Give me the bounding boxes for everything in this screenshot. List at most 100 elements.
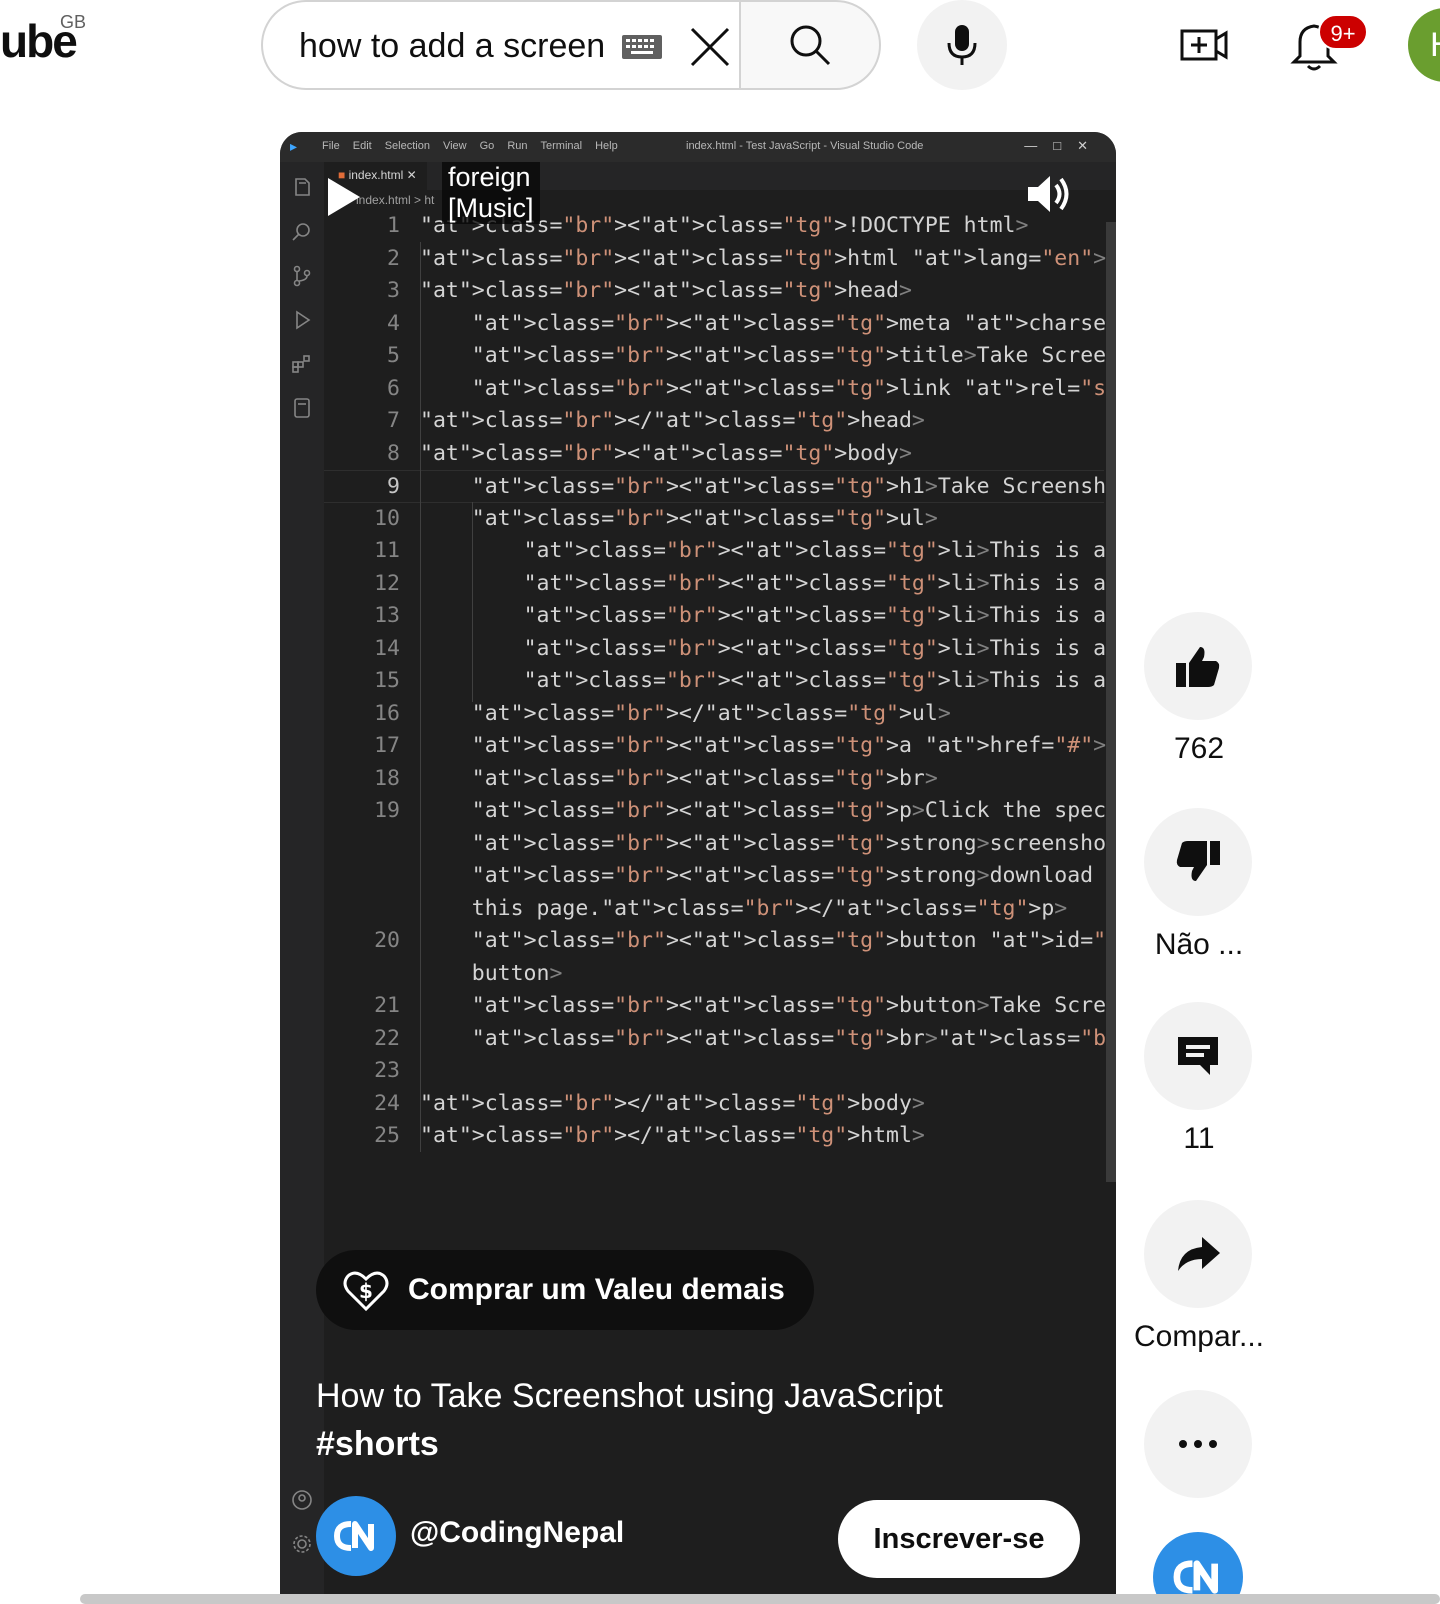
line-number: 23 — [374, 1058, 400, 1083]
clear-search-button[interactable] — [683, 20, 737, 74]
line-number: 3 — [387, 278, 400, 303]
line-number: 24 — [374, 1090, 400, 1116]
search-button[interactable] — [739, 0, 881, 90]
code-line: 15 "at">class="br"><"at">class="tg">li>T… — [324, 665, 1106, 698]
code-text: "at">class="br"></"at">class="tg">head> — [420, 408, 925, 433]
caption-line: [Music] — [448, 193, 534, 223]
vscode-logo-icon: ▸ — [290, 138, 298, 154]
code-line: 1 "at">class="br"><"at">class="tg">!DOCTY… — [324, 210, 1104, 243]
menu-item: Selection — [384, 140, 430, 152]
code-text: "at">class="br"><"at">class="tg">li>This… — [523, 603, 1107, 628]
account-avatar[interactable]: H — [1408, 8, 1440, 82]
codingnepal-logo-icon — [1173, 1560, 1218, 1594]
menu-item: Go — [479, 140, 495, 152]
search-files-icon — [292, 223, 310, 241]
menu-item: Terminal — [540, 140, 583, 152]
code-line: 13 "at">class="br"><"at">class="tg">li>T… — [324, 600, 1106, 633]
line-number: 20 — [374, 928, 400, 953]
code-line: 9 "at">class="br"><"at">class="tg">h1>Ta… — [324, 470, 1116, 503]
dislike-button[interactable] — [1144, 808, 1252, 916]
indent-guide — [472, 502, 473, 702]
line-number: 18 — [374, 765, 400, 791]
share-button[interactable] — [1144, 1200, 1252, 1308]
keyboard-icon[interactable] — [621, 34, 663, 60]
code-text: "at">class="br"><"at">class="tg">p>Click… — [471, 798, 1116, 823]
code-line: 11 "at">class="br"><"at">class="tg">li>T… — [324, 535, 1106, 568]
create-button[interactable] — [1178, 20, 1232, 70]
code-line: "at">class="br"><"at">class="tg">strong>… — [324, 860, 1116, 893]
line-number: 4 — [387, 310, 400, 336]
close-tab-icon: ✕ — [406, 168, 417, 182]
line-number: 14 — [374, 635, 400, 661]
share-icon — [1178, 1237, 1220, 1271]
svg-text:$: $ — [359, 1279, 373, 1303]
code-line: "at">class="br"><"at">class="tg">strong>… — [324, 828, 1116, 861]
code-text: "at">class="br"><"at">class="tg">li>This… — [523, 538, 1107, 563]
code-line: this page."at">class="br"></"at">class="… — [324, 893, 1104, 926]
line-number: 15 — [374, 668, 400, 693]
account-icon — [292, 1490, 312, 1510]
code-line: 10 "at">class="br"><"at">class="tg">ul> — [324, 503, 1104, 536]
line-number: 2 — [387, 245, 400, 271]
code-text: "at">class="br"><"at">class="tg">button … — [471, 928, 1116, 953]
super-thanks-label: Comprar um Valeu demais — [408, 1273, 785, 1306]
line-number: 22 — [374, 1025, 400, 1051]
editor-title-bar: ▸ File Edit Selection View Go Run Terminal Help… — [280, 132, 1116, 162]
line-number: 8 — [387, 440, 400, 466]
code-line: 4 "at">class="br"><"at">class="tg">meta … — [324, 308, 1116, 341]
code-line: 18 "at">class="br"><"at">class="tg">br> — [324, 763, 1104, 796]
code-line: 12 "at">class="br"><"at">class="tg">li>T… — [324, 568, 1106, 601]
source-control-icon — [293, 265, 311, 287]
channel-avatar[interactable] — [316, 1496, 396, 1576]
play-icon[interactable] — [324, 174, 364, 220]
comments-button[interactable] — [1144, 1002, 1252, 1110]
page-horizontal-scrollbar[interactable] — [80, 1594, 1440, 1604]
hashtag-link[interactable]: #shorts — [316, 1425, 439, 1463]
line-number: 7 — [387, 408, 400, 433]
super-thanks-button[interactable]: $ Comprar um Valeu demais — [316, 1250, 814, 1330]
short-title[interactable]: How to Take Screenshot using JavaScript … — [316, 1372, 1036, 1468]
shorts-player[interactable]: ▸ File Edit Selection View Go Run Terminal Help… — [280, 132, 1116, 1604]
like-button[interactable] — [1144, 612, 1252, 720]
microphone-icon — [947, 25, 977, 65]
code-line: 2 "at">class="br"><"at">class="tg">html "… — [324, 243, 1107, 276]
more-actions-button[interactable] — [1144, 1390, 1252, 1498]
line-number: 11 — [374, 538, 400, 563]
code-text: "at">class="br"><"at">class="tg">head> — [420, 278, 912, 303]
extensions-icon — [292, 355, 310, 373]
comment-icon — [1178, 1037, 1218, 1075]
thumbs-up-icon — [1176, 647, 1220, 687]
code-text: "at">class="br"></"at">class="tg">html> — [420, 1123, 925, 1148]
search-input[interactable]: how to add a screen — [299, 24, 609, 68]
voice-search-button[interactable] — [917, 0, 1007, 90]
subscribe-button[interactable]: Inscrever-se — [838, 1500, 1080, 1578]
region-code: GB — [60, 12, 87, 32]
code-line: button> — [324, 958, 1104, 991]
channel-name[interactable]: @CodingNepal — [410, 1516, 624, 1550]
codingnepal-logo-icon — [333, 1521, 374, 1551]
code-line: 17 "at">class="br"><"at">class="tg">a "a… — [324, 730, 1116, 763]
share-label: Compar... — [1133, 1320, 1265, 1353]
code-text: "at">class="br"><"at">class="tg">html "a… — [420, 245, 1107, 271]
remote-explorer-icon — [294, 398, 310, 418]
code-line: 14 "at">class="br"><"at">class="tg">li>T… — [324, 633, 1106, 666]
volume-icon[interactable] — [1024, 170, 1072, 218]
like-count: 762 — [1173, 732, 1225, 765]
code-line: 8 "at">class="br"><"at">class="tg">body> — [324, 438, 1104, 471]
menu-item: Run — [507, 140, 528, 152]
dislike-label: Não ... — [1154, 928, 1244, 961]
code-text: "at">class="br"><"at">class="tg">a "at">… — [471, 733, 1116, 758]
line-number: 25 — [374, 1123, 400, 1148]
menu-item: Help — [595, 140, 618, 152]
search-box[interactable]: how to add a screen — [261, 0, 739, 90]
code-line: 3 "at">class="br"><"at">class="tg">head> — [324, 275, 1104, 308]
code-line: 7 "at">class="br"></"at">class="tg">head> — [324, 405, 1104, 438]
code-text: "at">class="br"><"at">class="tg">h1>Take… — [471, 474, 1116, 499]
code-line: 24 "at">class="br"></"at">class="tg">body… — [324, 1088, 1104, 1121]
menu-item: Edit — [352, 140, 372, 152]
heart-dollar-icon: $ — [343, 1271, 389, 1312]
close-icon — [690, 27, 730, 67]
code-line: 22 "at">class="br"><"at">class="tg">br>"… — [324, 1023, 1116, 1056]
line-number: 9 — [387, 474, 400, 499]
settings-gear-icon — [293, 1535, 311, 1553]
